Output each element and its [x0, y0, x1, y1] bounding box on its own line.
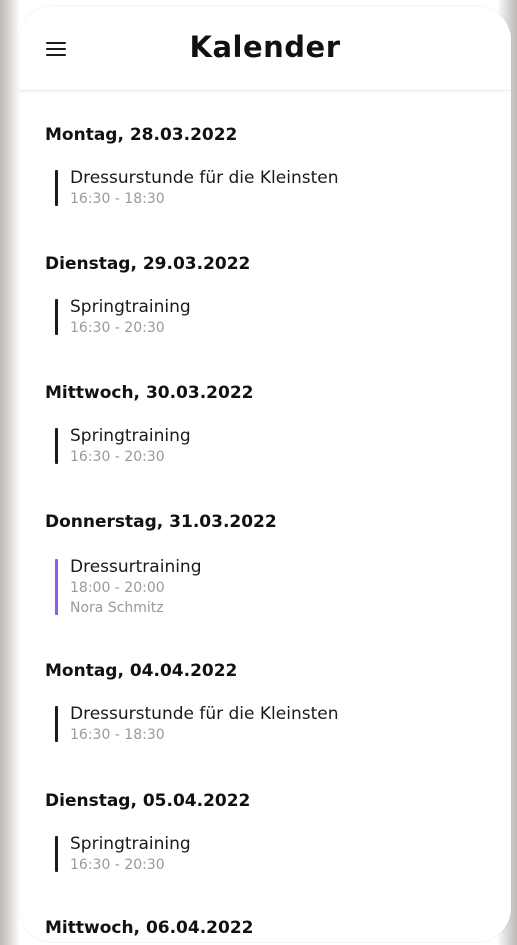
event-color-bar — [55, 559, 58, 615]
calendar-day: Mittwoch, 30.03.2022 Springtraining 16:3… — [19, 381, 511, 467]
event-title: Dressurstunde für die Kleinsten — [70, 168, 339, 188]
event-title: Springtraining — [70, 426, 191, 446]
event-time: 16:30 - 20:30 — [70, 857, 165, 873]
event-color-bar — [55, 299, 58, 335]
event-time: 16:30 - 18:30 — [70, 191, 165, 207]
day-header: Mittwoch, 30.03.2022 — [45, 383, 254, 403]
page-title: Kalender — [189, 30, 341, 64]
event-color-bar — [55, 428, 58, 464]
event-item[interactable]: Springtraining 16:30 - 20:30 — [55, 833, 511, 875]
event-title: Springtraining — [70, 297, 191, 317]
day-header: Montag, 04.04.2022 — [45, 661, 238, 681]
calendar-day: Montag, 04.04.2022 Dressurstunde für die… — [19, 659, 511, 745]
event-color-bar — [55, 706, 58, 742]
event-title: Dressurstunde für die Kleinsten — [70, 704, 339, 724]
day-header: Mittwoch, 06.04.2022 — [45, 918, 254, 938]
day-header: Montag, 28.03.2022 — [45, 125, 238, 145]
calendar-day: Montag, 28.03.2022 Dressurstunde für die… — [19, 123, 511, 209]
app-screen: Kalender Montag, 28.03.2022 Dressurstund… — [19, 6, 511, 942]
event-title: Springtraining — [70, 834, 191, 854]
event-item[interactable]: Springtraining 16:30 - 20:30 — [55, 425, 511, 467]
app-header: Kalender — [19, 6, 511, 91]
event-time: 18:00 - 20:00 — [70, 580, 165, 596]
day-header: Donnerstag, 31.03.2022 — [45, 512, 277, 532]
calendar-day: Dienstag, 29.03.2022 Springtraining 16:3… — [19, 252, 511, 338]
calendar-day: Dienstag, 05.04.2022 Springtraining 16:3… — [19, 789, 511, 875]
event-color-bar — [55, 170, 58, 206]
day-header: Dienstag, 29.03.2022 — [45, 254, 251, 274]
event-title: Dressurtraining — [70, 557, 202, 577]
calendar-day: Mittwoch, 06.04.2022 — [19, 916, 511, 940]
event-time: 16:30 - 18:30 — [70, 727, 165, 743]
event-person: Nora Schmitz — [70, 600, 164, 616]
event-item[interactable]: Dressurstunde für die Kleinsten 16:30 - … — [55, 703, 511, 745]
event-time: 16:30 - 20:30 — [70, 320, 165, 336]
day-header: Dienstag, 05.04.2022 — [45, 791, 251, 811]
event-item[interactable]: Dressurtraining 18:00 - 20:00 Nora Schmi… — [55, 556, 511, 618]
event-time: 16:30 - 20:30 — [70, 449, 165, 465]
event-item[interactable]: Springtraining 16:30 - 20:30 — [55, 296, 511, 338]
event-item[interactable]: Dressurstunde für die Kleinsten 16:30 - … — [55, 167, 511, 209]
calendar-day: Donnerstag, 31.03.2022 Dressurtraining 1… — [19, 510, 511, 618]
event-color-bar — [55, 836, 58, 872]
